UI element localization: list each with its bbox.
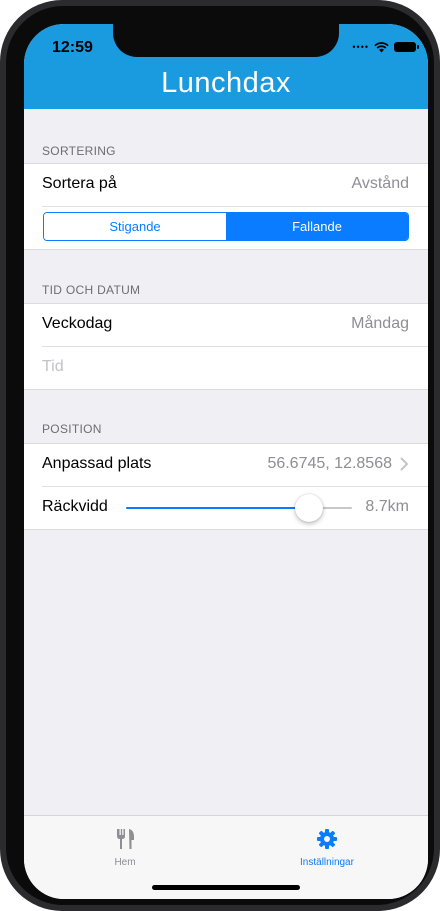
sort-order-segmented-control[interactable]: Stigande Fallande xyxy=(43,212,409,241)
range-slider-fill xyxy=(126,507,310,509)
sort-on-label: Sortera på xyxy=(42,175,117,192)
range-label: Räckvidd xyxy=(42,498,108,515)
tab-settings[interactable]: Inställningar xyxy=(226,822,428,872)
segment-descending[interactable]: Fallande xyxy=(226,213,408,240)
status-icons: •••• xyxy=(352,40,419,54)
weekday-label: Veckodag xyxy=(42,315,113,332)
range-value: 8.7km xyxy=(365,498,409,515)
section-header-sorting: SORTERING xyxy=(42,144,116,158)
range-row: Räckvidd 8.7km xyxy=(24,487,428,529)
time-field[interactable]: Tid xyxy=(42,358,64,376)
device-bezel: 12:59 •••• Lunchdax SORTERING Sortera på xyxy=(6,6,434,905)
wifi-icon xyxy=(374,41,389,52)
position-group: Anpassad plats 56.6745, 12.8568 Räckvidd… xyxy=(24,443,428,530)
notch xyxy=(113,24,339,57)
custom-place-row[interactable]: Anpassad plats 56.6745, 12.8568 xyxy=(24,444,428,486)
divider xyxy=(42,206,428,207)
device-frame: 12:59 •••• Lunchdax SORTERING Sortera på xyxy=(0,0,440,911)
app-header: 12:59 •••• Lunchdax xyxy=(24,24,428,109)
range-slider[interactable] xyxy=(126,494,352,522)
range-slider-thumb[interactable] xyxy=(295,494,324,522)
custom-place-label: Anpassad plats xyxy=(42,455,152,472)
fork-knife-icon xyxy=(117,829,134,849)
tab-home[interactable]: Hem xyxy=(24,822,226,872)
sorting-group: Sortera på Avstånd Stigande Fallande xyxy=(24,163,428,250)
custom-place-value: 56.6745, 12.8568 xyxy=(267,455,392,472)
segment-ascending[interactable]: Stigande xyxy=(44,213,226,240)
time-row[interactable]: Tid xyxy=(24,347,428,389)
weekday-row[interactable]: Veckodag Måndag xyxy=(24,304,428,346)
section-header-position: POSITION xyxy=(42,422,102,436)
gear-icon xyxy=(317,829,337,849)
battery-icon xyxy=(394,42,419,52)
sort-on-value: Avstånd xyxy=(351,175,409,192)
status-time: 12:59 xyxy=(52,39,93,56)
tab-settings-label: Inställningar xyxy=(300,857,354,868)
tab-home-label: Hem xyxy=(114,857,136,868)
section-header-time-date: TID OCH DATUM xyxy=(42,283,141,297)
sort-on-row[interactable]: Sortera på Avstånd xyxy=(24,164,428,206)
chevron-right-icon xyxy=(400,457,408,471)
home-indicator[interactable] xyxy=(152,885,300,890)
weekday-value: Måndag xyxy=(351,315,409,332)
page-title: Lunchdax xyxy=(161,67,291,99)
time-date-group: Veckodag Måndag Tid xyxy=(24,303,428,390)
signal-dots-icon: •••• xyxy=(352,42,369,52)
screen: 12:59 •••• Lunchdax SORTERING Sortera på xyxy=(24,24,428,899)
